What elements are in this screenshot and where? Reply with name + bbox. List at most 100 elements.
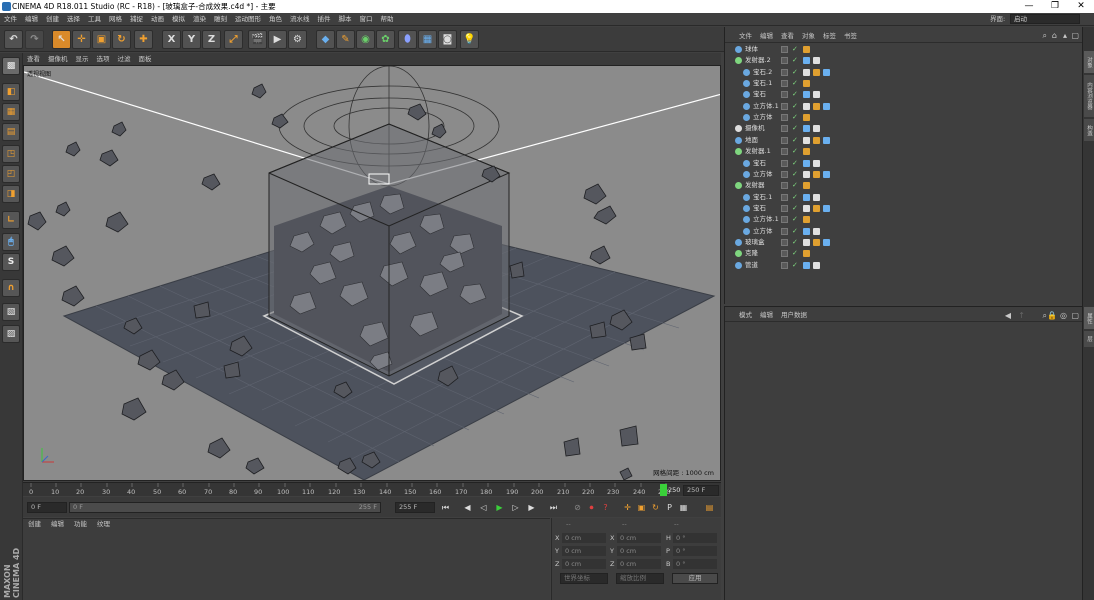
lock-icon[interactable]: 🔒 (1047, 309, 1057, 322)
object-tag-icon[interactable] (803, 114, 810, 122)
visibility-toggle[interactable] (781, 102, 788, 110)
position-y-field[interactable]: 0 cm (562, 546, 606, 556)
menu-item[interactable]: 动画 (147, 13, 168, 26)
object-tag-icon[interactable] (803, 91, 810, 99)
object-row[interactable]: 摄像机 ✓ (725, 123, 1083, 134)
enable-check-icon[interactable]: ✓ (792, 237, 798, 248)
object-tag-icon[interactable] (803, 238, 810, 246)
material-menu-item[interactable]: 功能 (69, 519, 92, 530)
menu-item[interactable]: 流水线 (286, 13, 314, 26)
home-icon[interactable]: ⌂ (1052, 29, 1057, 43)
tab-structure[interactable]: 构造 (1084, 119, 1094, 141)
keyframe-selection-icon[interactable]: ⊘ (571, 501, 584, 514)
object-name[interactable]: 管道 (745, 260, 758, 271)
object-tag-icon[interactable] (803, 250, 810, 258)
enable-check-icon[interactable]: ✓ (792, 55, 798, 66)
menu-item[interactable]: 文件 (0, 13, 21, 26)
menu-item[interactable]: 运动图形 (231, 13, 265, 26)
object-menu-item[interactable]: 书签 (840, 29, 861, 43)
search-icon[interactable]: ⌕ (1043, 29, 1047, 43)
object-tag-icon[interactable] (803, 204, 810, 212)
visibility-toggle[interactable] (781, 204, 788, 212)
object-tag-icon[interactable] (803, 148, 810, 156)
record-key-icon[interactable]: ⏺ (585, 501, 598, 514)
panel-up-icon[interactable]: ▴ (1063, 29, 1067, 43)
go-to-start-icon[interactable]: ⏮ (439, 501, 452, 514)
object-row[interactable]: 管道 ✓ (725, 260, 1083, 271)
object-tag-icon[interactable] (823, 102, 830, 110)
current-frame-field[interactable]: 250 F (683, 485, 719, 496)
enable-check-icon[interactable]: ✓ (792, 214, 798, 225)
object-tag-icon[interactable] (813, 193, 820, 201)
floor-object-icon[interactable]: ▦ (418, 30, 437, 49)
object-name[interactable]: 宝石.1 (753, 192, 772, 203)
timeline-window-icon[interactable]: ▤ (703, 501, 716, 514)
y-axis-lock-icon[interactable]: Y (182, 30, 201, 49)
close-button[interactable]: ✕ (1068, 0, 1094, 13)
size-x-field[interactable]: 0 cm (617, 533, 661, 543)
visibility-toggle[interactable] (781, 114, 788, 122)
go-to-end-icon[interactable]: ⏭ (547, 501, 560, 514)
size-z-field[interactable]: 0 cm (617, 559, 661, 569)
object-tag-icon[interactable] (813, 91, 820, 99)
key-pla-icon[interactable]: ▦ (677, 501, 690, 514)
object-row[interactable]: 宝石.2 ✓ (725, 67, 1083, 78)
cube-object-icon[interactable]: ◆ (316, 30, 335, 49)
previous-frame-icon[interactable]: ◁ (477, 501, 490, 514)
visibility-toggle[interactable] (781, 250, 788, 258)
position-x-field[interactable]: 0 cm (562, 533, 606, 543)
object-menu-item[interactable]: 查看 (777, 29, 798, 43)
object-tag-icon[interactable] (813, 170, 820, 178)
viewport-menu-item[interactable]: 显示 (72, 53, 93, 65)
solo-mode-icon[interactable]: S (2, 253, 20, 271)
object-row[interactable]: 宝石.1 ✓ (725, 192, 1083, 203)
object-tag-icon[interactable] (823, 68, 830, 76)
scale-tool-icon[interactable]: ▣ (92, 30, 111, 49)
autokey-icon[interactable]: ? (599, 501, 612, 514)
move-tool-icon[interactable]: ✛ (72, 30, 91, 49)
camera-object-icon[interactable]: ◙ (438, 30, 457, 49)
enable-check-icon[interactable]: ✓ (792, 169, 798, 180)
object-tag-icon[interactable] (813, 238, 820, 246)
viewport-menu-item[interactable]: 查看 (23, 53, 44, 65)
object-tag-icon[interactable] (813, 102, 820, 110)
back-arrow-icon[interactable]: ◀ (1005, 309, 1011, 322)
visibility-toggle[interactable] (781, 193, 788, 201)
object-row[interactable]: 立方体.1 ✓ (725, 214, 1083, 225)
visibility-toggle[interactable] (781, 91, 788, 99)
object-tag-icon[interactable] (813, 204, 820, 212)
viewport-menu-item[interactable]: 选项 (93, 53, 114, 65)
menu-item[interactable]: 创建 (42, 13, 63, 26)
visibility-toggle[interactable] (781, 68, 788, 76)
object-menu-item[interactable]: 标签 (819, 29, 840, 43)
up-arrow-icon[interactable]: ↑ (1018, 309, 1025, 322)
object-tag-icon[interactable] (813, 68, 820, 76)
object-menu-item[interactable]: 编辑 (756, 29, 777, 43)
enable-check-icon[interactable]: ✓ (792, 89, 798, 100)
frame-range-slider[interactable]: 0 F 255 F (69, 502, 381, 513)
visibility-toggle[interactable] (781, 57, 788, 65)
object-row[interactable]: 立方体.1 ✓ (725, 101, 1083, 112)
object-tag-icon[interactable] (813, 136, 820, 144)
visibility-toggle[interactable] (781, 216, 788, 224)
minimize-button[interactable]: — (1016, 0, 1042, 13)
object-menu-item[interactable]: 文件 (735, 29, 756, 43)
object-row[interactable]: 宝石.1 ✓ (725, 78, 1083, 89)
render-picture-viewer-icon[interactable]: ▶ (268, 30, 287, 49)
rotation-b-field[interactable]: 0 ° (673, 559, 717, 569)
object-row[interactable]: 发射器.2 ✓ (725, 55, 1083, 66)
enable-check-icon[interactable]: ✓ (792, 158, 798, 169)
enable-check-icon[interactable]: ✓ (792, 203, 798, 214)
viewport-menu-item[interactable]: 摄像机 (44, 53, 72, 65)
menu-item[interactable]: 编辑 (21, 13, 42, 26)
pen-spline-icon[interactable]: ✎ (336, 30, 355, 49)
object-row[interactable]: 立方体 ✓ (725, 169, 1083, 180)
object-tag-icon[interactable] (803, 125, 810, 133)
key-scale-icon[interactable]: ▣ (635, 501, 648, 514)
object-row[interactable]: 玻璃盒 ✓ (725, 237, 1083, 248)
x-axis-lock-icon[interactable]: X (162, 30, 181, 49)
visibility-toggle[interactable] (781, 170, 788, 178)
visibility-toggle[interactable] (781, 136, 788, 144)
key-rotation-icon[interactable]: ↻ (649, 501, 662, 514)
object-name[interactable]: 球体 (745, 44, 758, 55)
